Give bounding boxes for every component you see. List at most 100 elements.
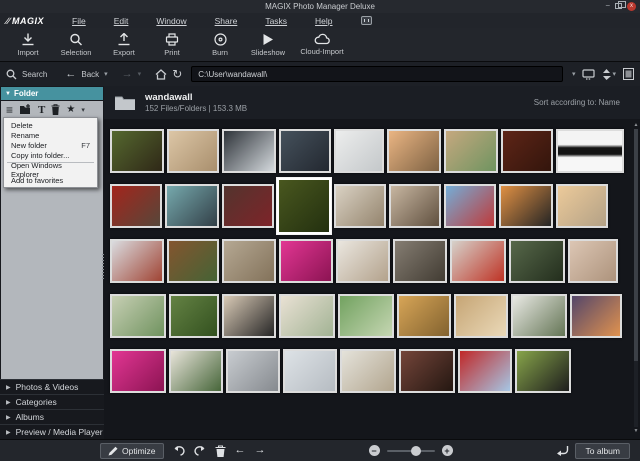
photo-thumbnail[interactable] bbox=[340, 348, 396, 393]
photo-thumbnail[interactable] bbox=[279, 128, 331, 173]
path-input[interactable]: C:\User\wandawall\ bbox=[191, 66, 563, 82]
menu-tasks[interactable]: Tasks bbox=[265, 16, 287, 26]
scroll-down-icon[interactable]: ▼ bbox=[634, 428, 639, 434]
photo-thumbnail[interactable] bbox=[570, 293, 622, 338]
photo-thumbnail[interactable] bbox=[444, 128, 498, 173]
next-icon[interactable]: → bbox=[255, 445, 266, 456]
rename-icon[interactable]: T bbox=[38, 104, 45, 116]
new-folder-icon[interactable] bbox=[19, 104, 32, 115]
home-icon[interactable] bbox=[155, 68, 167, 80]
zoom-in-button[interactable]: + bbox=[441, 445, 453, 456]
back-label[interactable]: Back bbox=[81, 70, 99, 79]
photo-thumbnail[interactable] bbox=[279, 293, 335, 338]
photo-thumbnail[interactable] bbox=[222, 128, 276, 173]
section-categories[interactable]: ▶ Categories bbox=[0, 394, 104, 409]
vertical-scrollbar[interactable]: ▲ ▼ bbox=[633, 122, 639, 434]
menu-window[interactable]: Window bbox=[156, 16, 186, 26]
photo-thumbnail[interactable] bbox=[222, 238, 276, 283]
photo-thumbnail[interactable] bbox=[110, 128, 164, 173]
photo-thumbnail[interactable] bbox=[222, 293, 276, 338]
print-button[interactable]: Print bbox=[150, 30, 194, 60]
selection-button[interactable]: Selection bbox=[54, 30, 98, 60]
panel-toggle-icon[interactable] bbox=[623, 68, 634, 80]
photo-thumbnail[interactable] bbox=[279, 238, 333, 283]
photo-thumbnail[interactable] bbox=[110, 348, 166, 393]
scroll-up-icon[interactable]: ▲ bbox=[634, 122, 639, 128]
photo-thumbnail[interactable] bbox=[110, 238, 164, 283]
photo-thumbnail[interactable] bbox=[556, 128, 624, 173]
context-menu-copy-into-folder[interactable]: Copy into folder... bbox=[4, 150, 97, 160]
photo-thumbnail[interactable] bbox=[165, 183, 219, 228]
search-label[interactable]: Search bbox=[22, 70, 47, 79]
menu-file[interactable]: File bbox=[72, 16, 86, 26]
photo-thumbnail[interactable] bbox=[334, 128, 384, 173]
burn-button[interactable]: Burn bbox=[198, 30, 242, 60]
import-button[interactable]: Import bbox=[6, 30, 50, 60]
photo-thumbnail[interactable] bbox=[389, 183, 441, 228]
context-menu-new-folder[interactable]: New folder F7 bbox=[4, 140, 97, 150]
photo-thumbnail[interactable] bbox=[458, 348, 512, 393]
scrollbar-track[interactable] bbox=[634, 129, 638, 427]
slideshow-button[interactable]: Slideshow bbox=[246, 30, 290, 60]
photo-thumbnail[interactable] bbox=[222, 183, 274, 228]
optimize-button[interactable]: Optimize bbox=[100, 442, 164, 459]
photo-thumbnail[interactable] bbox=[515, 348, 571, 393]
photo-thumbnail[interactable] bbox=[501, 128, 553, 173]
photo-thumbnail[interactable] bbox=[568, 238, 618, 283]
scrollbar-thumb[interactable] bbox=[634, 129, 638, 362]
delete-icon[interactable] bbox=[51, 104, 60, 115]
photo-thumbnail[interactable] bbox=[226, 348, 280, 393]
photo-thumbnail[interactable] bbox=[334, 183, 386, 228]
zoom-slider[interactable] bbox=[386, 445, 435, 456]
back-history-chevron-icon[interactable]: ▾ bbox=[104, 70, 108, 78]
zoom-out-button[interactable]: − bbox=[368, 445, 380, 456]
display-view-icon[interactable] bbox=[582, 68, 596, 80]
close-button[interactable]: x bbox=[627, 1, 636, 11]
favorite-star-icon[interactable]: ★ bbox=[66, 104, 75, 115]
search-icon[interactable] bbox=[6, 69, 17, 80]
section-albums[interactable]: ▶ Albums bbox=[0, 409, 104, 424]
photo-thumbnail[interactable] bbox=[509, 238, 565, 283]
photo-thumbnail[interactable] bbox=[110, 183, 162, 228]
photo-thumbnail[interactable] bbox=[387, 128, 441, 173]
minimize-button[interactable]: − bbox=[605, 1, 610, 11]
section-preview-media-player[interactable]: ▶ Preview / Media Player bbox=[0, 424, 104, 439]
photo-thumbnail[interactable] bbox=[499, 183, 553, 228]
photo-thumbnail[interactable] bbox=[110, 293, 166, 338]
context-menu-delete[interactable]: Delete bbox=[4, 120, 97, 130]
photo-thumbnail[interactable] bbox=[338, 293, 394, 338]
export-button[interactable]: Export bbox=[102, 30, 146, 60]
back-icon[interactable]: ← bbox=[65, 68, 76, 80]
photo-thumbnail[interactable] bbox=[397, 293, 451, 338]
restore-button[interactable] bbox=[615, 1, 626, 9]
refresh-icon[interactable]: ↻ bbox=[172, 68, 182, 80]
cloud-import-button[interactable]: Cloud-Import bbox=[294, 30, 350, 60]
more-chevron-icon[interactable]: ▾ bbox=[81, 106, 85, 114]
menu-edit[interactable]: Edit bbox=[114, 16, 129, 26]
photo-thumbnail[interactable] bbox=[169, 348, 223, 393]
photo-thumbnail[interactable] bbox=[167, 238, 219, 283]
undo-icon[interactable] bbox=[173, 445, 185, 456]
photo-thumbnail[interactable] bbox=[450, 238, 506, 283]
previous-icon[interactable]: ← bbox=[235, 445, 246, 456]
photo-thumbnail[interactable] bbox=[283, 348, 337, 393]
menu-share[interactable]: Share bbox=[215, 16, 238, 26]
to-album-button[interactable]: To album bbox=[575, 442, 630, 459]
path-dropdown-chevron-icon[interactable]: ▾ bbox=[572, 70, 576, 78]
photo-thumbnail[interactable] bbox=[169, 293, 219, 338]
photo-thumbnail[interactable] bbox=[399, 348, 455, 393]
context-menu-open-windows-explorer[interactable]: Open Windows Explorer bbox=[4, 161, 97, 179]
photo-thumbnail[interactable] bbox=[393, 238, 447, 283]
photo-thumbnail[interactable] bbox=[336, 238, 390, 283]
photo-thumbnail[interactable] bbox=[444, 183, 496, 228]
zoom-slider-thumb[interactable] bbox=[410, 445, 421, 456]
context-menu-rename[interactable]: Rename bbox=[4, 130, 97, 140]
sort-order-icon[interactable]: ▾ bbox=[602, 68, 616, 80]
menu-help[interactable]: Help bbox=[315, 16, 332, 26]
input-device-icon[interactable] bbox=[360, 16, 372, 25]
forward-history-chevron-icon[interactable]: ▾ bbox=[138, 70, 142, 78]
photo-thumbnail[interactable] bbox=[556, 183, 608, 228]
forward-icon[interactable]: → bbox=[122, 68, 133, 80]
photo-thumbnail[interactable] bbox=[454, 293, 508, 338]
folder-panel-header[interactable]: ▼ Folder bbox=[1, 87, 103, 100]
